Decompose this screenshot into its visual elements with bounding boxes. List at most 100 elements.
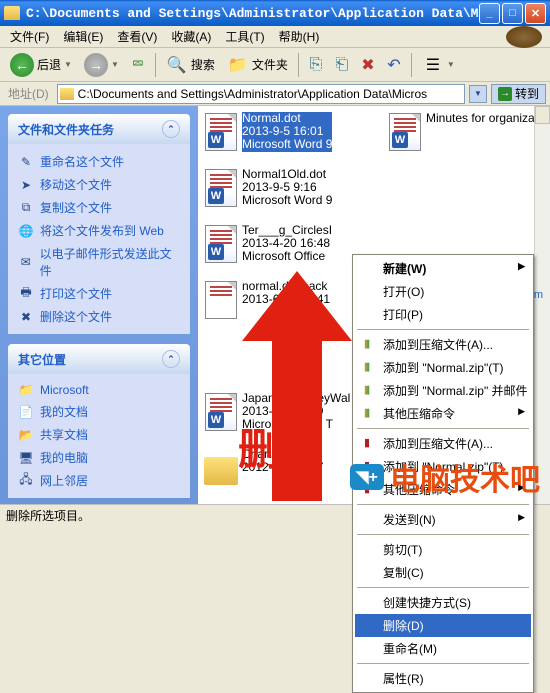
context-menu-item[interactable]: 新建(W)▶ (355, 257, 531, 280)
menu-item-label: 其他压缩命令 (383, 483, 455, 497)
context-menu-item[interactable]: ▮添加到 "Normal.zip" 并邮件 (355, 379, 531, 402)
menu-item-label: 剪切(T) (383, 543, 422, 557)
task-label: 移动这个文件 (40, 176, 112, 193)
forward-dropdown-icon[interactable]: ▼ (111, 60, 119, 69)
folders-button[interactable]: 📁 文件夹 (223, 52, 292, 78)
context-menu-item[interactable]: 打开(O) (355, 280, 531, 303)
menu-separator (357, 534, 529, 535)
file-type: Microsoft Word 9 (242, 194, 332, 207)
place-network[interactable]: 🖧网上邻居 (18, 469, 180, 492)
menu-separator (357, 329, 529, 330)
submenu-arrow-icon: ▶ (518, 512, 525, 523)
place-label: 共享文档 (40, 426, 88, 443)
email-icon: ✉ (18, 255, 34, 269)
context-menu-item[interactable]: 重命名(M) (355, 637, 531, 660)
menu-file[interactable]: 文件(F) (4, 26, 55, 47)
file-item[interactable]: normal.dot.back2013-6-27 15:41 (204, 280, 374, 320)
menu-item-label: 新建(W) (383, 262, 426, 276)
menu-item-label: 添加到压缩文件(A)... (383, 338, 493, 352)
menu-item-label: 复制(C) (383, 566, 424, 580)
file-item[interactable]: WTer___g_CirclesI2013-4-20 16:48Microsof… (204, 224, 374, 264)
chevron-up-icon: ⌃ (162, 350, 180, 368)
mydocs-icon: 📄 (18, 405, 34, 419)
menu-view[interactable]: 查看(V) (111, 26, 163, 47)
task-print[interactable]: 🖶打印这个文件 (18, 282, 180, 305)
views-dropdown-icon[interactable]: ▼ (447, 60, 455, 69)
menu-item-label: 添加到 "Normal.zip"(T) (383, 460, 504, 474)
place-label: 网上邻居 (40, 472, 88, 489)
task-email[interactable]: ✉以电子邮件形式发送此文件 (18, 242, 180, 282)
publish-icon: 🌐 (18, 224, 34, 238)
vertical-scrollbar[interactable] (534, 106, 550, 524)
copy-icon: ⧉ (18, 201, 34, 215)
task-publish[interactable]: 🌐将这个文件发布到 Web (18, 219, 180, 242)
place-mydocs[interactable]: 📄我的文档 (18, 400, 180, 423)
task-rename[interactable]: ✎重命名这个文件 (18, 150, 180, 173)
file-meta: normal.dot.back2013-6-27 15:41 (242, 280, 330, 320)
context-menu-item[interactable]: ▮添加到 "Normal.zip"(T) (355, 455, 531, 478)
forward-button[interactable]: → ▼ (80, 51, 123, 79)
maximize-button[interactable]: □ (502, 3, 523, 24)
file-item[interactable]: Charts2012-2-3 16:27 (204, 448, 374, 488)
up-button[interactable]: ⮹ (127, 54, 149, 76)
context-menu-item[interactable]: 删除(D) (355, 614, 531, 637)
menu-tools[interactable]: 工具(T) (219, 26, 270, 47)
undo-button[interactable]: ↶ (383, 54, 405, 76)
archive-icon: ▮ (359, 434, 375, 450)
context-menu-item[interactable]: ▮添加到压缩文件(A)... (355, 432, 531, 455)
file-name: Minutes for organization... (426, 112, 550, 125)
archive-icon: ▮ (359, 404, 375, 420)
file-item[interactable]: WNormal.dot2013-9-5 16:01Microsoft Word … (204, 112, 374, 152)
move-icon: ➤ (18, 178, 34, 192)
task-move[interactable]: ➤ 移动这个文件 (18, 173, 180, 196)
archive-icon: ▮ (359, 358, 375, 374)
place-mycomputer[interactable]: 🖥我的电脑 (18, 446, 180, 469)
search-button[interactable]: 🔍 搜索 (162, 52, 219, 78)
archive-icon: ▮ (359, 480, 375, 496)
minimize-button[interactable]: _ (479, 3, 500, 24)
context-menu-item[interactable]: 打印(P) (355, 303, 531, 326)
print-icon: 🖶 (18, 287, 34, 301)
context-menu-item[interactable]: ▮其他压缩命令▶ (355, 402, 531, 425)
task-copy[interactable]: ⧉复制这个文件 (18, 196, 180, 219)
context-menu-item[interactable]: ▮其他压缩命令▶ (355, 478, 531, 501)
file-item[interactable]: WJapaneseMoneyWal2013-9-4 16:49Microsoft… (204, 392, 374, 432)
context-menu-item[interactable]: 发送到(N)▶ (355, 508, 531, 531)
delete-button[interactable]: ✖ (357, 54, 379, 76)
folders-icon: 📁 (227, 54, 249, 76)
menu-item-label: 打开(O) (383, 285, 424, 299)
archive-icon: ▮ (359, 335, 375, 351)
file-tasks-header[interactable]: 文件和文件夹任务 ⌃ (8, 114, 190, 144)
context-menu-item[interactable]: ▮ 添加到压缩文件(A)... (355, 333, 531, 356)
context-menu-item[interactable]: 剪切(T) (355, 538, 531, 561)
go-label: 转到 (515, 85, 539, 102)
context-menu-item[interactable]: 属性(R) (355, 667, 531, 690)
place-folder[interactable]: 📁Microsoft (18, 380, 180, 400)
go-button[interactable]: → 转到 (491, 84, 546, 104)
move-to-button[interactable]: ⎘ (305, 54, 327, 76)
place-shared[interactable]: 📂共享文档 (18, 423, 180, 446)
window-titlebar: C:\Documents and Settings\Administrator\… (0, 0, 550, 26)
menu-help[interactable]: 帮助(H) (273, 26, 326, 47)
file-item[interactable]: WNormal1Old.dot2013-9-5 9:16Microsoft Wo… (204, 168, 374, 208)
file-item[interactable]: WMinutes for organization... (388, 112, 550, 152)
context-menu-item[interactable]: ▮添加到 "Normal.zip"(T) (355, 356, 531, 379)
copy-to-button[interactable]: ⎗ (331, 54, 353, 76)
address-input[interactable]: C:\Documents and Settings\Administrator\… (57, 84, 465, 104)
menu-item-label: 其他压缩命令 (383, 407, 455, 421)
other-places-title: 其它位置 (18, 351, 66, 368)
close-button[interactable]: ✕ (525, 3, 546, 24)
context-menu-item[interactable]: 复制(C) (355, 561, 531, 584)
menu-favorites[interactable]: 收藏(A) (165, 26, 217, 47)
address-dropdown-button[interactable]: ▼ (469, 85, 487, 103)
menu-separator (357, 587, 529, 588)
views-button[interactable]: ☰ ▼ (418, 52, 459, 78)
other-places-header[interactable]: 其它位置 ⌃ (8, 344, 190, 374)
other-places-panel: 其它位置 ⌃ 📁Microsoft📄我的文档📂共享文档🖥我的电脑🖧网上邻居 (8, 344, 190, 498)
task-delete[interactable]: ✖删除这个文件 (18, 305, 180, 328)
back-button[interactable]: ← 后退 ▼ (6, 51, 76, 79)
menu-edit[interactable]: 编辑(E) (57, 26, 109, 47)
context-menu-item[interactable]: 创建快捷方式(S) (355, 591, 531, 614)
file-meta: Normal1Old.dot2013-9-5 9:16Microsoft Wor… (242, 168, 332, 208)
back-dropdown-icon[interactable]: ▼ (64, 60, 72, 69)
